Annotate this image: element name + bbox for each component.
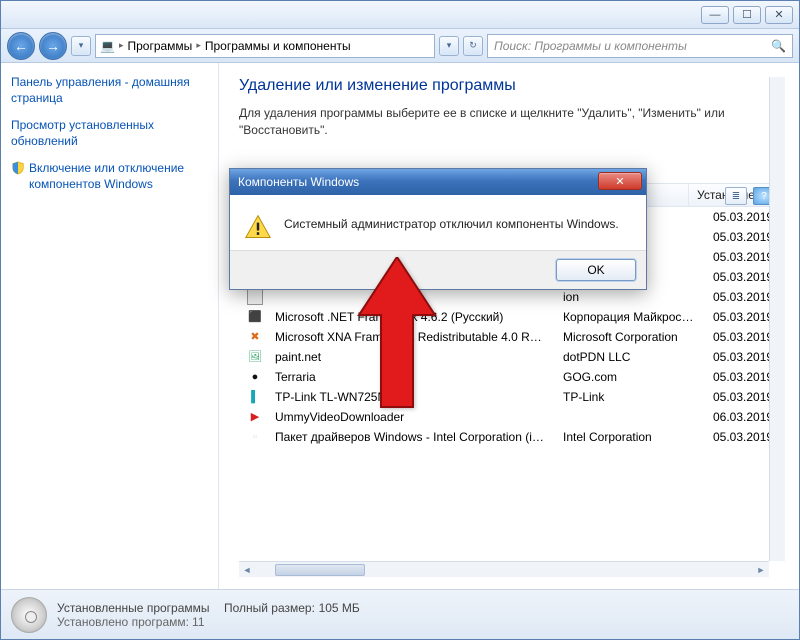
breadcrumb-part[interactable]: Программы [127,39,192,53]
program-icon [247,289,263,305]
title-bar: — ☐ ✕ [1,1,799,29]
maximize-button[interactable]: ☐ [733,6,761,24]
sidebar-link-home[interactable]: Панель управления - домашняя страница [11,75,208,106]
program-publisher: Microsoft Corporation [555,328,705,346]
nav-forward-button[interactable]: → [39,32,67,60]
program-row[interactable]: ✖ Microsoft XNA Framework Redistributabl… [239,327,785,347]
status-size-value: 105 МБ [319,601,360,615]
main-panel: Удаление или изменение программы Для уда… [219,63,799,589]
shield-icon [11,161,25,175]
nav-bar: ← → ▾ 💻 ▸ Программы ▸ Программы и компон… [1,29,799,63]
sidebar-link-updates[interactable]: Просмотр установленных обновлений [11,118,208,149]
program-publisher [555,415,705,419]
program-name: TP-Link TL-WN725N [267,388,555,406]
program-icon: ▫ [247,429,263,445]
breadcrumb-part[interactable]: Программы и компоненты [205,39,351,53]
page-description: Для удаления программы выберите ее в спи… [239,105,785,139]
program-name: Пакет драйверов Windows - Intel Corporat… [267,428,555,446]
scroll-right-arrow[interactable]: ► [753,563,769,577]
search-placeholder: Поиск: Программы и компоненты [494,39,687,53]
window-frame: — ☐ ✕ ← → ▾ 💻 ▸ Программы ▸ Программы и … [0,0,800,640]
program-row[interactable]: ⬛ Microsoft .NET Framework 4.6.2 (Русски… [239,307,785,327]
program-icon: ✖ [247,329,263,345]
program-name [267,295,555,299]
breadcrumb-root-icon: 💻 [100,39,115,53]
dialog-titlebar[interactable]: Компоненты Windows ✕ [230,169,646,195]
scroll-left-arrow[interactable]: ◄ [239,563,255,577]
program-row[interactable]: ▶ UmmyVideoDownloader 06.03.2019 [239,407,785,427]
status-count-label: Установлено программ: [57,615,189,629]
program-name: Microsoft XNA Framework Redistributable … [267,328,555,346]
breadcrumb-dropdown[interactable]: ▾ [439,36,459,56]
refresh-button[interactable]: ↻ [463,36,483,56]
status-count-value: 11 [192,615,204,629]
warning-icon [244,213,272,244]
program-publisher: GOG.com [555,368,705,386]
close-button[interactable]: ✕ [765,6,793,24]
program-row[interactable]: ● Terraria GOG.com 05.03.2019 [239,367,785,387]
sidebar: Панель управления - домашняя страница Пр… [1,63,219,589]
program-row[interactable]: ▫ Пакет драйверов Windows - Intel Corpor… [239,427,785,447]
minimize-button[interactable]: — [701,6,729,24]
program-publisher: Корпорация Майкрософт [555,308,705,326]
view-mode-button[interactable]: ≣ [725,187,747,205]
program-name: Terraria [267,368,555,386]
sidebar-link-windows-features[interactable]: Включение или отключение компонентов Win… [11,161,208,192]
program-publisher: dotPDN LLC [555,348,705,366]
program-name: paint.net [267,348,555,366]
program-icon: 🖼 [247,349,263,365]
breadcrumb[interactable]: 💻 ▸ Программы ▸ Программы и компоненты [95,34,435,58]
status-bar: Установленные программы Полный размер: 1… [1,589,799,639]
page-title: Удаление или изменение программы [239,77,785,95]
program-icon: ● [247,369,263,385]
program-row[interactable]: ▌ TP-Link TL-WN725N TP-Link 05.03.2019 [239,387,785,407]
nav-back-button[interactable]: ← [7,32,35,60]
dialog-close-button[interactable]: ✕ [598,172,642,190]
dialog-windows-features: Компоненты Windows ✕ Системный администр… [229,168,647,290]
status-title: Установленные программы [57,601,210,615]
view-toolbar: ≣ ? [725,187,775,205]
program-publisher: ion [555,288,705,306]
scrollbar-thumb[interactable] [275,564,365,576]
horizontal-scrollbar[interactable]: ◄ ► [239,561,769,577]
program-name: UmmyVideoDownloader [267,408,555,426]
program-publisher: Intel Corporation [555,428,705,446]
vertical-scrollbar[interactable] [769,77,785,561]
program-icon: ▌ [247,389,263,405]
dialog-message: Системный администратор отключил компоне… [284,213,619,231]
program-icon: ⬛ [247,309,263,325]
content-area: Панель управления - домашняя страница Пр… [1,63,799,589]
sidebar-link-label: Включение или отключение компонентов Win… [29,161,208,192]
disc-icon [11,597,47,633]
program-publisher: TP-Link [555,388,705,406]
breadcrumb-sep-icon: ▸ [196,40,201,51]
breadcrumb-sep-icon: ▸ [119,40,124,51]
dialog-ok-button[interactable]: OK [556,259,636,281]
status-size-label: Полный размер: [224,601,315,615]
program-name: Microsoft .NET Framework 4.6.2 (Русский) [267,308,555,326]
program-icon: ▶ [247,409,263,425]
program-row[interactable]: 🖼 paint.net dotPDN LLC 05.03.2019 [239,347,785,367]
search-input[interactable]: Поиск: Программы и компоненты 🔍 [487,34,793,58]
dialog-title: Компоненты Windows [238,175,359,189]
nav-history-dropdown[interactable]: ▾ [71,36,91,56]
search-icon[interactable]: 🔍 [771,39,786,53]
